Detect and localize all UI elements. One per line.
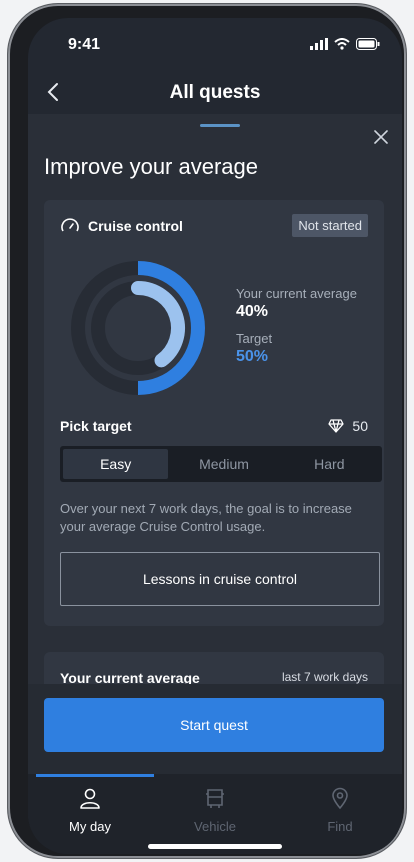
reward-value: 50 [352, 418, 368, 434]
target-label: Target [236, 331, 273, 346]
vehicle-icon [206, 789, 224, 808]
tab-label: Find [327, 819, 353, 834]
quest-header: Cruise control [60, 218, 183, 234]
sheet-title: Improve your average [44, 154, 258, 179]
status-bar: 9:41 [28, 18, 402, 58]
quest-sheet: Improve your average Cruise control Not … [28, 114, 402, 764]
difficulty-selector: Easy Medium Hard [60, 446, 382, 482]
reward: 50 [328, 418, 368, 434]
tab-label: My day [69, 819, 111, 834]
difficulty-medium[interactable]: Medium [171, 446, 276, 482]
diamond-icon [328, 419, 345, 433]
quest-name: Cruise control [88, 218, 183, 234]
page-title: All quests [169, 82, 261, 103]
home-indicator [148, 844, 282, 849]
active-tab-indicator [36, 774, 154, 777]
tab-label: Vehicle [194, 819, 236, 834]
speedometer-icon [61, 218, 79, 232]
current-average-value: 40% [236, 303, 269, 320]
pick-target-row: Pick target 50 [60, 418, 368, 434]
close-icon[interactable] [370, 126, 392, 148]
tab-vehicle[interactable]: Vehicle [153, 786, 277, 834]
stats-period: last 7 work days [281, 670, 368, 684]
pick-target-label: Pick target [60, 418, 132, 434]
cta-area: Start quest [28, 684, 402, 784]
nav-bar: All quests [28, 70, 402, 118]
person-icon [80, 788, 100, 809]
battery-icon [356, 38, 380, 50]
average-block: Your current average 40% Target 50% [236, 286, 357, 366]
lessons-button[interactable]: Lessons in cruise control [60, 552, 380, 606]
start-quest-button[interactable]: Start quest [44, 698, 384, 752]
progress-ring [71, 261, 205, 395]
phone-frame: 9:41 All quests Improve your average Cru… [8, 4, 406, 858]
wifi-icon [334, 38, 350, 50]
difficulty-easy[interactable]: Easy [63, 449, 169, 479]
status-badge: Not started [292, 214, 368, 237]
quest-description: Over your next 7 work days, the goal is … [60, 501, 352, 534]
quest-card: Cruise control Not started Your current … [44, 200, 384, 626]
status-time: 9:41 [68, 36, 101, 53]
signal-icon [310, 38, 328, 50]
current-arc [131, 281, 185, 368]
current-average-label: Your current average [236, 286, 357, 301]
tab-bar: My day Vehicle Find [28, 774, 402, 854]
app-screen: 9:41 All quests Improve your average Cru… [28, 18, 402, 854]
sheet-grabber[interactable] [200, 124, 240, 127]
status-icons [310, 38, 380, 50]
tab-find[interactable]: Find [278, 786, 402, 834]
difficulty-hard[interactable]: Hard [277, 446, 382, 482]
location-pin-icon [332, 787, 348, 810]
target-value: 50% [236, 348, 269, 365]
tab-my-day[interactable]: My day [28, 786, 152, 834]
